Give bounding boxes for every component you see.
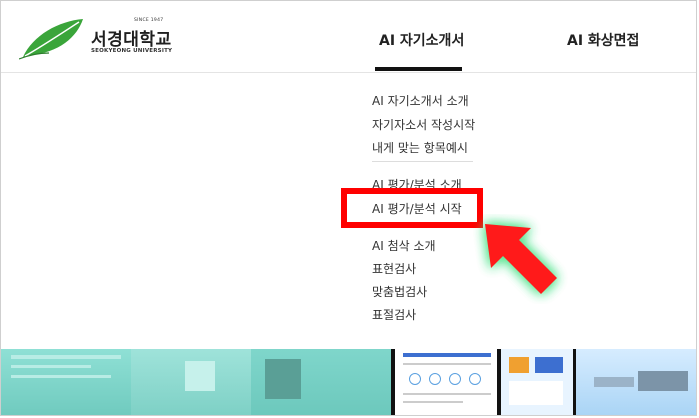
preview-image-strip [1,349,696,415]
pointer-arrow-icon [485,224,557,294]
menu-item-ai-correction-about[interactable]: AI 첨삭 소개 [372,237,436,254]
nav-tab-ai-video-interview[interactable]: AI 화상면접 [567,30,639,50]
logo-name: 서경대학교 [91,30,172,50]
menu-divider [372,161,473,162]
menu-item-ai-self-intro-about[interactable]: AI 자기소개서 소개 [372,92,469,109]
university-logo[interactable]: SINCE 1947 서경대학교 SEOKYEONG UNIVERSITY [19,15,179,61]
nav-active-indicator [375,67,462,71]
site-header: SINCE 1947 서경대학교 SEOKYEONG UNIVERSITY AI… [1,1,696,73]
menu-item-start-writing[interactable]: 자기자소서 작성시작 [372,116,475,133]
preview-thumbnail [501,349,573,415]
logo-since-text: SINCE 1947 [134,18,164,23]
preview-thumbnail [251,349,391,415]
nav-tab-ai-self-intro[interactable]: AI 자기소개서 [379,30,464,50]
highlight-box [341,188,483,228]
menu-item-item-examples[interactable]: 내게 맞는 항목예시 [372,139,468,156]
preview-thumbnail [573,349,696,415]
preview-thumbnail [1,349,131,415]
menu-item-spelling-check[interactable]: 맞춤법검사 [372,283,427,300]
leaf-icon [19,19,83,60]
preview-thumbnail [391,349,501,415]
preview-thumbnail [131,349,251,415]
logo-subtitle: SEOKYEONG UNIVERSITY [91,48,173,54]
page-frame: SINCE 1947 서경대학교 SEOKYEONG UNIVERSITY AI… [0,0,697,416]
menu-item-expression-check[interactable]: 표현검사 [372,260,416,277]
menu-item-plagiarism-check[interactable]: 표절검사 [372,306,416,323]
